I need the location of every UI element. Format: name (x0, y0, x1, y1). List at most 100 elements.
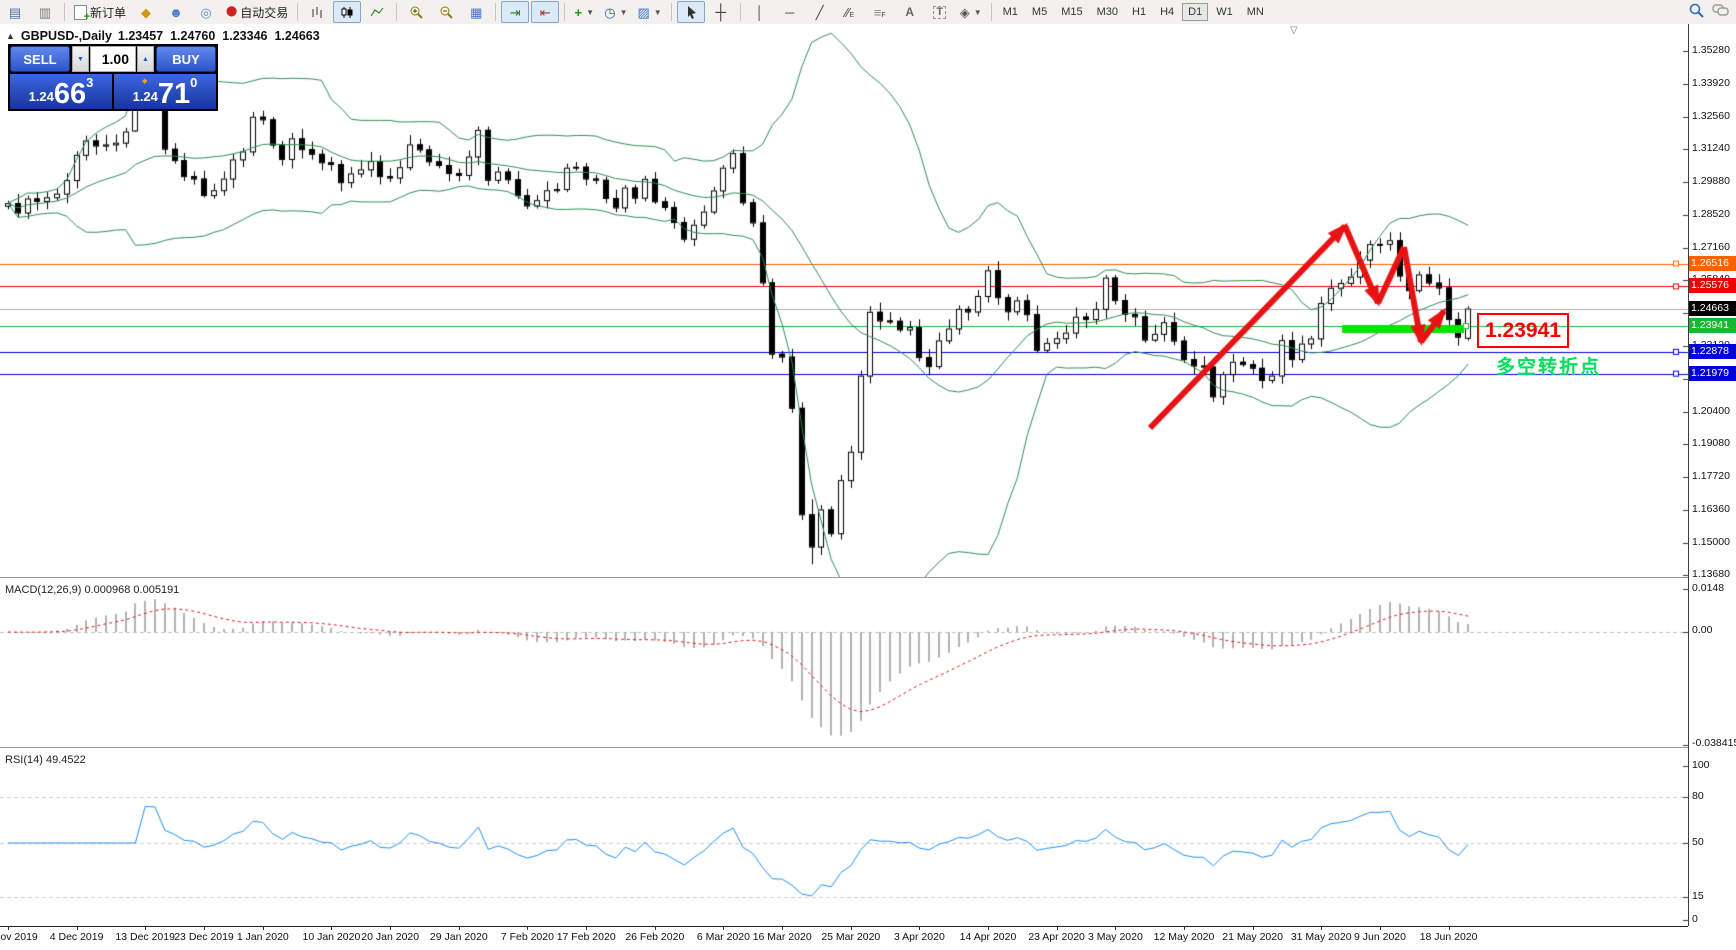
tf-button-m1[interactable]: M1 (997, 3, 1024, 21)
x-axis-tick (1115, 926, 1116, 930)
x-axis-label: 14 Apr 2020 (959, 931, 1017, 943)
bar-chart-icon (312, 6, 322, 18)
channel-button[interactable]: ∕∕E (836, 1, 864, 23)
tf-button-mn[interactable]: MN (1241, 3, 1270, 21)
chart-profile-icon: ▥ (38, 4, 52, 20)
x-axis-label: 3 Apr 2020 (893, 931, 945, 943)
candlestick-chart-button[interactable] (333, 1, 362, 23)
signals-button[interactable]: ☻ (162, 1, 190, 23)
signal-broadcast-icon: ◎ (200, 4, 212, 20)
autotrading-button[interactable]: ⬤ 自动交易 (222, 1, 292, 23)
line-chart-icon (370, 7, 384, 16)
buy-price-prefix: 1.24 (132, 89, 158, 104)
fibonacci-icon: ≡F (873, 4, 886, 20)
search-icon[interactable] (1688, 2, 1704, 18)
macd-pane-canvas[interactable] (0, 582, 1688, 747)
main-chart-canvas[interactable] (0, 24, 1688, 577)
x-axis-label: 25 Nov 2019 (0, 931, 38, 943)
chat-icon[interactable] (1712, 3, 1730, 18)
vps-button[interactable]: ◎ (192, 1, 220, 23)
template-icon: ▨ (637, 4, 650, 20)
text-label-button[interactable]: T (926, 1, 954, 23)
indicators-button[interactable]: + ▼ (570, 1, 598, 23)
text-icon: A (905, 5, 915, 19)
zoom-out-button[interactable] (432, 1, 460, 23)
bar-chart-button[interactable] (303, 1, 331, 23)
tf-button-w1[interactable]: W1 (1210, 3, 1239, 21)
x-axis-tick (1184, 926, 1185, 930)
tf-button-d1[interactable]: D1 (1182, 3, 1209, 21)
current-price-label: 1.24663 (1689, 300, 1736, 316)
text-button[interactable]: A (896, 1, 924, 23)
arrows-button[interactable]: ◈ ▼ (956, 1, 986, 23)
collapse-panel-toggle[interactable]: ▲ (6, 31, 15, 41)
toolbar-separator (495, 3, 497, 21)
x-axis-tick (331, 926, 332, 930)
new-chart-icon: ▤ (8, 4, 22, 20)
tf-button-h4[interactable]: H4 (1154, 3, 1180, 21)
sell-price-display[interactable]: 1.24 66 3 (10, 74, 112, 109)
rsi-axis-label: 15 (1692, 890, 1704, 902)
buy-price-display[interactable]: ◆ 1.24 71 0 (114, 74, 216, 109)
templates-button[interactable]: ▨ ▼ (634, 1, 666, 23)
x-axis-tick (390, 926, 391, 930)
toolbar-separator (739, 3, 741, 21)
turning-point-note[interactable]: 多空转折点 (1496, 352, 1601, 379)
symbol-timeframe-label: GBPUSD-,Daily (20, 29, 112, 43)
trendline-button[interactable]: ╱ (806, 1, 834, 23)
profiles-button[interactable]: ▥ (31, 1, 59, 23)
chart-shift-button[interactable]: ⇤ (531, 1, 560, 23)
toolbar-separator (297, 3, 299, 21)
x-axis-tick (988, 926, 989, 930)
x-axis-label: 12 May 2020 (1153, 931, 1215, 943)
hline-label-resistance1[interactable]: 1.26516 (1689, 255, 1736, 271)
macd-axis-label: -0.038415 (1692, 737, 1736, 749)
tile-windows-button[interactable]: ▦ (462, 1, 490, 23)
x-axis-tick (586, 926, 587, 930)
timeframes-menu-button[interactable]: ◷ ▼ (600, 1, 631, 23)
price-annotation-box[interactable]: 1.23941 (1477, 313, 1569, 348)
x-axis-tick (1321, 926, 1322, 930)
volume-decrease-button[interactable]: ▼ (72, 46, 89, 72)
x-axis-tick (1057, 926, 1058, 930)
chart-shift-marker[interactable]: ▽ (1290, 25, 1298, 36)
tf-button-m15[interactable]: M15 (1055, 3, 1088, 21)
crosshair-button[interactable]: ┼ (707, 1, 735, 23)
buy-button[interactable]: BUY (156, 46, 216, 72)
rsi-title: RSI(14) 49.4522 (5, 754, 86, 766)
x-axis-tick (8, 926, 9, 930)
x-axis-label: 3 May 2020 (1087, 931, 1143, 943)
hline-label-resistance2[interactable]: 1.25576 (1689, 278, 1736, 294)
y-axis-label: 1.31240 (1692, 142, 1730, 154)
rsi-axis-label: 50 (1692, 836, 1704, 848)
hline-label-support2[interactable]: 1.21979 (1689, 365, 1736, 381)
tf-button-m5[interactable]: M5 (1026, 3, 1053, 21)
tf-button-m30[interactable]: M30 (1091, 3, 1124, 21)
horizontal-line-button[interactable]: ─ (776, 1, 804, 23)
ohlc-close: 1.24663 (274, 29, 320, 43)
hline-label-support1[interactable]: 1.22878 (1689, 343, 1736, 359)
toolbar-separator (64, 3, 65, 21)
rsi-axis-label: 80 (1692, 790, 1704, 802)
rsi-pane-canvas[interactable] (0, 752, 1688, 925)
x-axis-tick (1449, 926, 1450, 930)
market-button[interactable]: ◆ (132, 1, 160, 23)
line-chart-button[interactable] (363, 1, 391, 23)
zoom-in-button[interactable] (402, 1, 430, 23)
volume-input[interactable]: 1.00 (90, 46, 136, 72)
vertical-line-button[interactable]: │ (746, 1, 774, 23)
cursor-button[interactable] (676, 1, 705, 23)
sell-button[interactable]: SELL (10, 46, 70, 72)
crosshair-icon: ┼ (715, 3, 727, 21)
ohlc-open: 1.23457 (117, 29, 164, 43)
fibonacci-button[interactable]: ≡F (866, 1, 894, 23)
y-axis-label: 1.35280 (1692, 44, 1730, 56)
auto-scroll-button[interactable]: ⇥ (501, 1, 530, 23)
cursor-icon (687, 6, 696, 19)
hline-label-support-green[interactable]: 1.23941 (1689, 318, 1736, 334)
volume-increase-button[interactable]: ▲ (137, 46, 154, 72)
tf-button-h1[interactable]: H1 (1126, 3, 1152, 21)
new-chart-button[interactable]: ▤ (1, 1, 29, 23)
new-order-button[interactable]: + 新订单 (70, 1, 130, 23)
price-direction-marker: ◆ (142, 78, 148, 85)
